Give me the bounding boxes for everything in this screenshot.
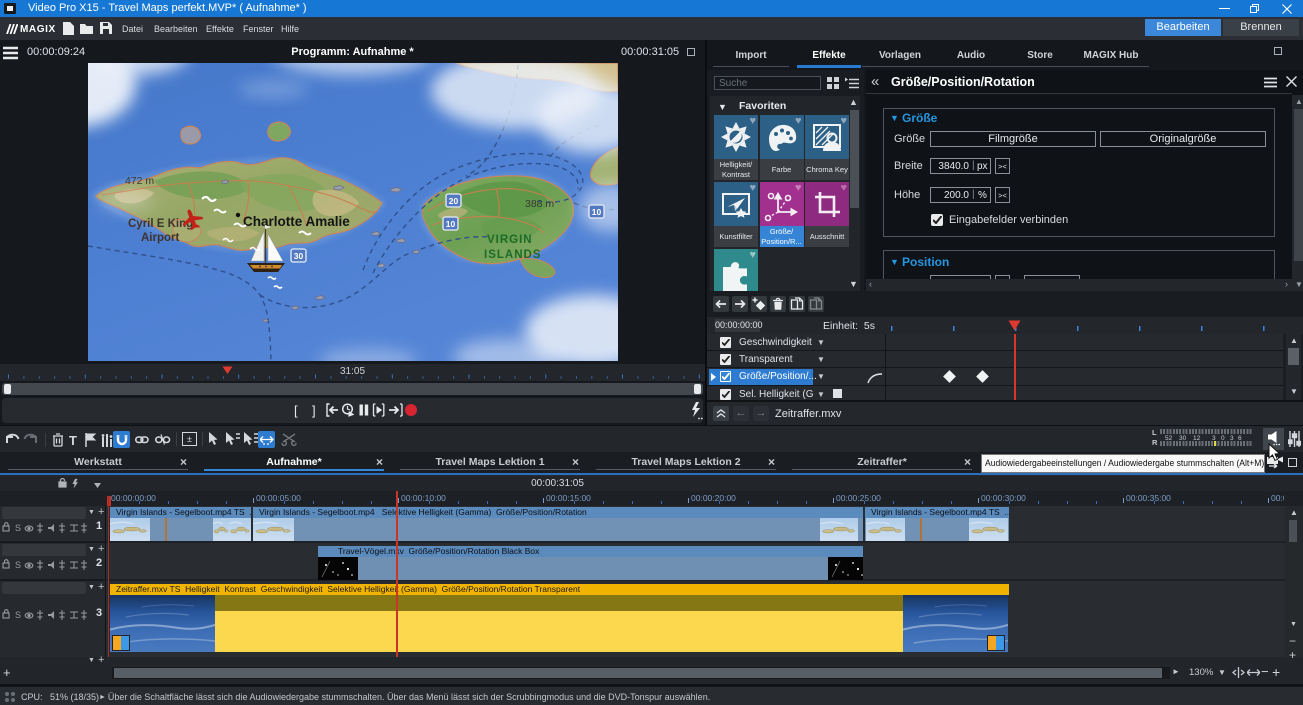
svg-text:10: 10 xyxy=(446,219,456,229)
svg-text:S: S xyxy=(15,523,21,533)
svg-text:S: S xyxy=(15,610,21,620)
svg-text:Charlotte Amalie: Charlotte Amalie xyxy=(243,214,350,229)
svg-text:472 m: 472 m xyxy=(125,175,154,187)
svg-text:ISLANDS: ISLANDS xyxy=(484,249,541,261)
svg-text:20: 20 xyxy=(449,196,459,206)
svg-text:30: 30 xyxy=(294,251,304,261)
svg-text:VIRGIN: VIRGIN xyxy=(487,234,533,246)
svg-text:388 m: 388 m xyxy=(525,198,554,210)
svg-text:Airport: Airport xyxy=(141,232,180,244)
svg-text:10: 10 xyxy=(592,207,602,217)
svg-text:T: T xyxy=(69,433,77,448)
svg-text:S: S xyxy=(15,560,21,570)
